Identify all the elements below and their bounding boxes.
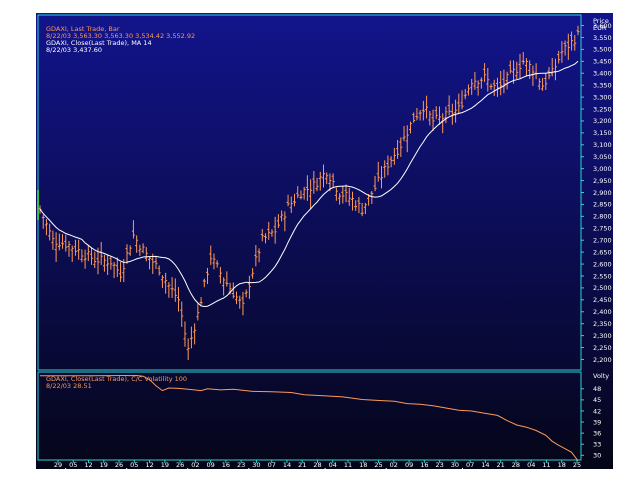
price-tick-label: 2,650 xyxy=(593,248,612,256)
price-tick-label: 2,800 xyxy=(593,213,612,221)
price-tick-label: 3,550 xyxy=(593,34,612,42)
date-tick-label: 23 xyxy=(435,461,443,469)
date-tick-label: 11 xyxy=(344,461,352,469)
month-label: Aug 03 xyxy=(469,469,492,477)
date-tick-label: 02 xyxy=(390,461,398,469)
price-tick-label: 3,150 xyxy=(593,129,612,137)
price-tick-label: 2,300 xyxy=(593,332,612,340)
date-tick-label: 14 xyxy=(283,461,291,469)
price-tick-label: 2,550 xyxy=(593,272,612,280)
date-tick-label: 12 xyxy=(145,461,153,469)
date-tick-label: 21 xyxy=(497,461,505,469)
date-tick-label: 09 xyxy=(207,461,215,469)
date-tick-label: 26 xyxy=(115,461,123,469)
price-tick-label: 3,350 xyxy=(593,81,612,89)
date-tick-label: 07 xyxy=(268,461,276,469)
date-tick-label: 28 xyxy=(313,461,321,469)
price-tick-label: 3,250 xyxy=(593,105,612,113)
price-tick-label: 2,600 xyxy=(593,260,612,268)
date-tick-label: 11 xyxy=(542,461,550,469)
date-tick-label: 25 xyxy=(374,461,382,469)
price-tick-label: 2,750 xyxy=(593,225,612,233)
month-label: Jun 03 xyxy=(330,469,352,477)
month-label: May 03 xyxy=(255,469,279,477)
date-tick-label: 28 xyxy=(512,461,520,469)
price-tick-label: 2,450 xyxy=(593,296,612,304)
date-tick-label: 19 xyxy=(161,461,169,469)
date-tick-label: 21 xyxy=(298,461,306,469)
date-tick-label: 18 xyxy=(558,461,566,469)
volatility-tick-label: 30 xyxy=(593,452,601,460)
date-tick-label: 16 xyxy=(420,461,428,469)
date-tick-label: 26 xyxy=(176,461,184,469)
date-tick-label: 02 xyxy=(191,461,199,469)
price-tick-label: 3,450 xyxy=(593,58,612,66)
date-tick-label: 05 xyxy=(69,461,77,469)
volatility-legend-line-2: 8/22/03 28.51 xyxy=(46,382,92,390)
date-tick-label: 16 xyxy=(222,461,230,469)
date-tick-label: 04 xyxy=(329,461,337,469)
date-tick-label: 07 xyxy=(466,461,474,469)
price-tick-label: 2,900 xyxy=(593,189,612,197)
price-tick-label: 2,350 xyxy=(593,320,612,328)
price-tick-label: 3,400 xyxy=(593,70,612,78)
volatility-tick-label: 45 xyxy=(593,396,601,404)
date-tick-label: 23 xyxy=(237,461,245,469)
price-tick-label: 2,500 xyxy=(593,284,612,292)
price-tick-label: 3,100 xyxy=(593,141,612,149)
chart-background xyxy=(36,13,613,469)
date-tick-label: 05 xyxy=(130,461,138,469)
price-tick-label: 2,200 xyxy=(593,356,612,364)
month-label: Jan 03 xyxy=(43,469,64,477)
volatility-axis-title: Volty xyxy=(593,372,609,380)
ma-legend-line-2: 8/22/03 3,437.60 xyxy=(46,46,102,54)
date-tick-label: 18 xyxy=(359,461,367,469)
chart-figure: GDAXI, Last Trade, Bar 8/22/03 3,563.30 … xyxy=(36,13,613,477)
price-tick-label: 3,500 xyxy=(593,46,612,54)
volatility-tick-label: 48 xyxy=(593,385,601,393)
date-tick-label: 29 xyxy=(54,461,62,469)
month-label: Jul 03 xyxy=(391,469,410,477)
month-label: Mar 03 xyxy=(133,469,156,477)
volatility-tick-label: 36 xyxy=(593,429,601,437)
price-tick-label: 2,950 xyxy=(593,177,612,185)
month-label: Apr 03 xyxy=(194,469,216,477)
month-label: Feb 03 xyxy=(72,469,94,477)
volatility-tick-label: 33 xyxy=(593,441,601,449)
volatility-tick-label: 39 xyxy=(593,418,601,426)
price-tick-label: 2,400 xyxy=(593,308,612,316)
date-tick-label: 30 xyxy=(252,461,260,469)
price-tick-label: 3,000 xyxy=(593,165,612,173)
date-tick-label: 12 xyxy=(84,461,92,469)
price-tick-label: 2,850 xyxy=(593,201,612,209)
date-tick-label: 19 xyxy=(100,461,108,469)
price-tick-label: 2,250 xyxy=(593,344,612,352)
price-tick-label: 3,600 xyxy=(593,22,612,30)
date-tick-label: 04 xyxy=(527,461,535,469)
volatility-tick-label: 42 xyxy=(593,407,601,415)
date-tick-label: 30 xyxy=(451,461,459,469)
price-tick-label: 3,200 xyxy=(593,117,612,125)
price-tick-label: 3,050 xyxy=(593,153,612,161)
price-tick-label: 2,700 xyxy=(593,237,612,245)
date-tick-label: 25 xyxy=(573,461,581,469)
date-tick-label: 09 xyxy=(405,461,413,469)
price-tick-label: 3,300 xyxy=(593,93,612,101)
date-tick-label: 14 xyxy=(481,461,489,469)
